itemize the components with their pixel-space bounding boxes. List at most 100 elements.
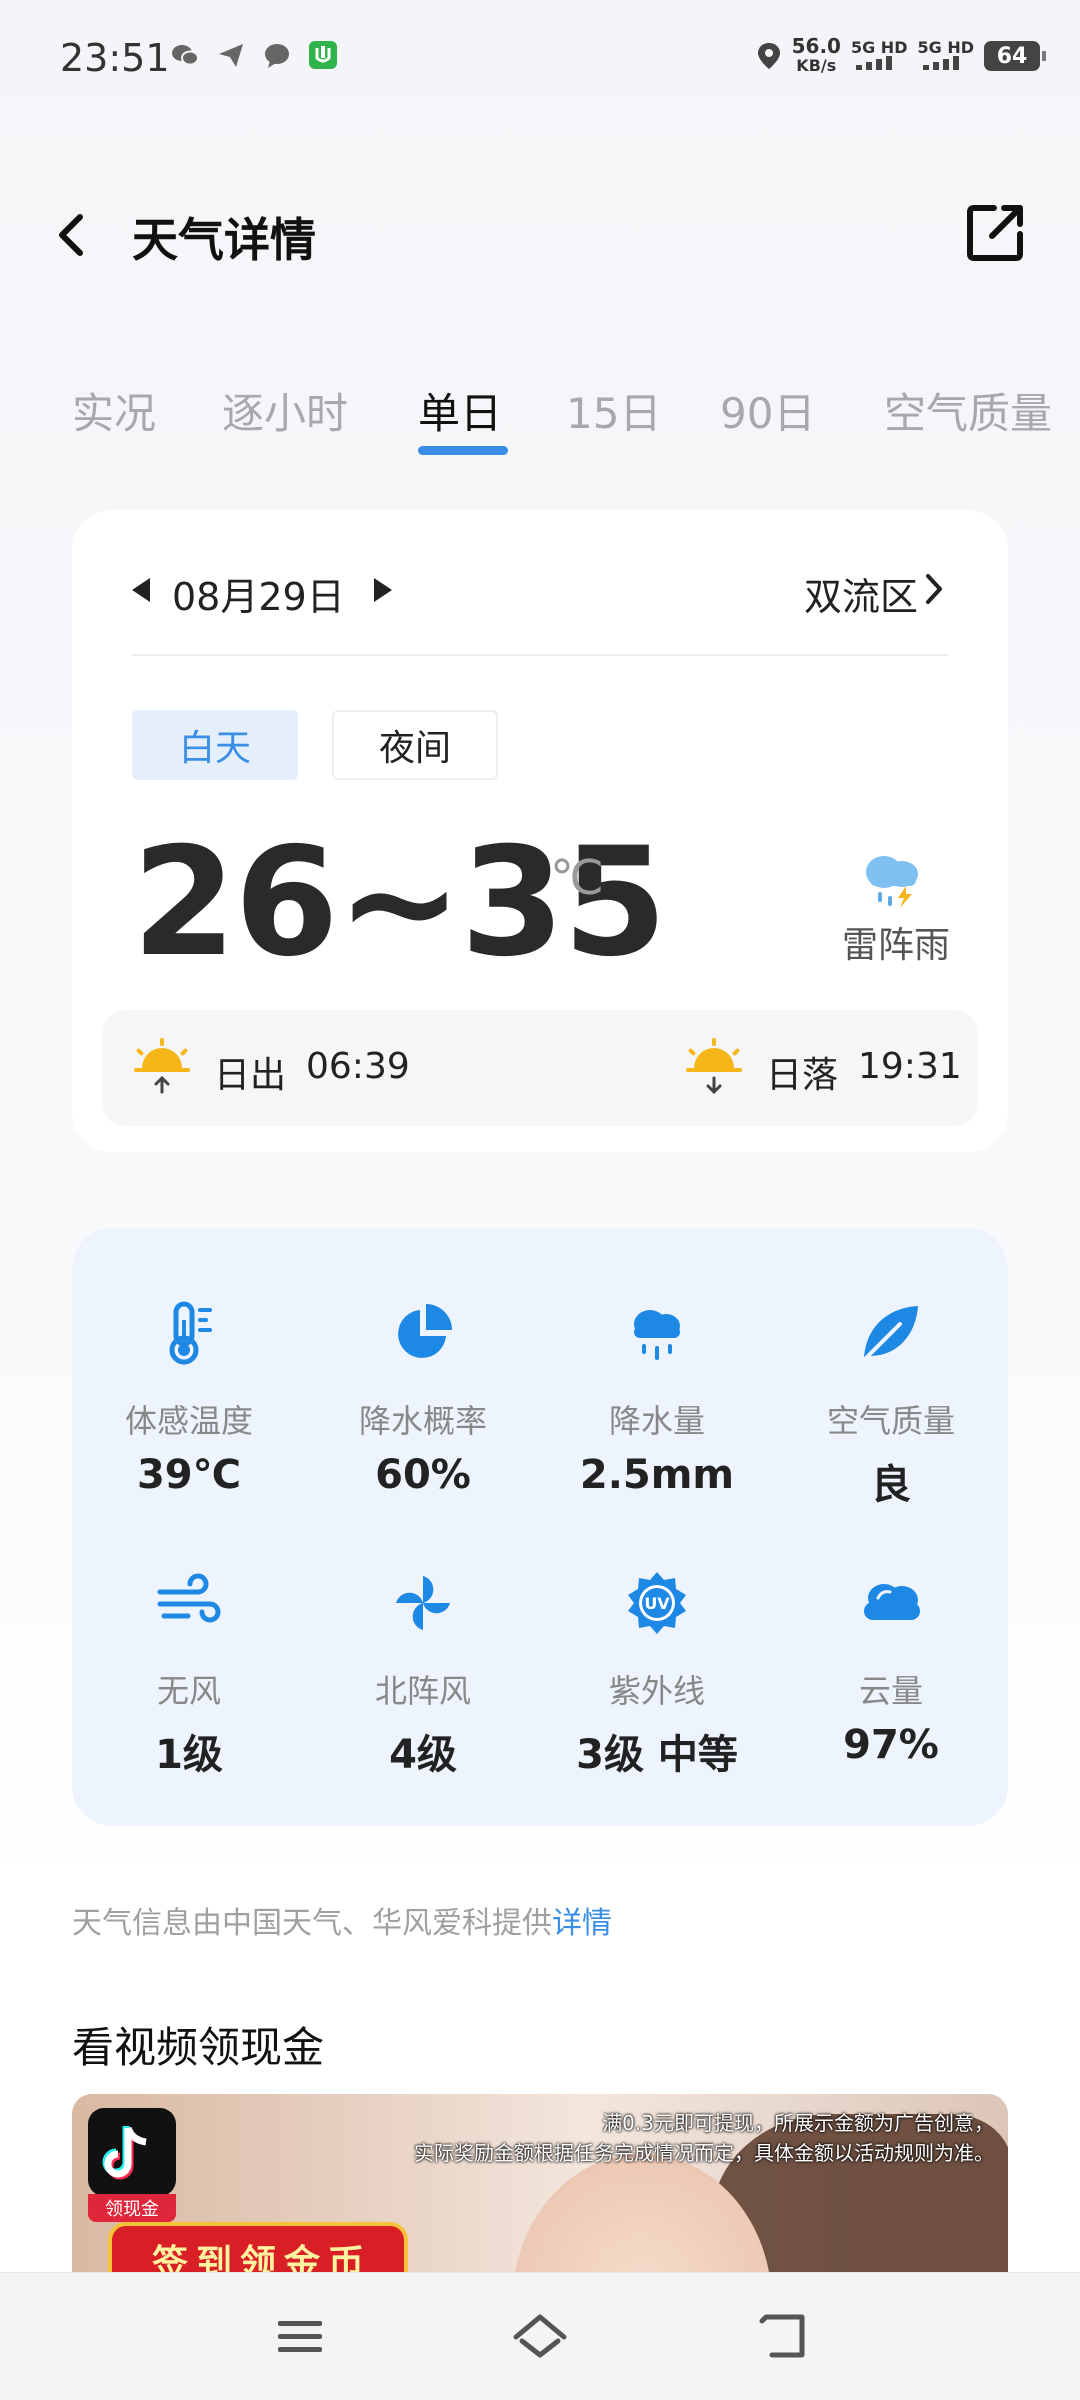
metric-label: 云量 (858, 1672, 923, 1710)
signal-2-label: 5G HD (917, 37, 974, 57)
day-card: 08月29日 双流区 白天 夜间 26~35 ℃ 雷阵雨 日出 06:39 日落… (72, 510, 1008, 1152)
location-icon (757, 43, 780, 69)
promo-video-banner[interactable]: 领现金 满0.3元即可提现，所展示金额为广告创意， 实际奖励金额根据任务完成情况… (72, 2094, 1008, 2294)
metric-label: 体感温度 (124, 1402, 253, 1440)
metric-label: 北阵风 (374, 1672, 471, 1710)
metric-value: 97% (843, 1722, 939, 1768)
sunset-icon (686, 1038, 742, 1095)
temperature-unit: ℃ (550, 850, 604, 906)
notification-icons (170, 40, 338, 70)
metric-label: 降水量 (608, 1402, 705, 1440)
weather-metrics-card: 体感温度 39℃ 降水概率 60% 降水量 2.5mm 空气质量 良 无风 1级… (72, 1228, 1008, 1826)
svg-text:UV: UV (644, 1594, 670, 1613)
tiktok-logo-icon (88, 2108, 176, 2196)
metric-precip-probability: 降水概率 60% (306, 1298, 540, 1498)
metric-label: 紫外线 (608, 1672, 705, 1710)
system-navigation-bar (0, 2272, 1080, 2400)
sunrise-label: 日出 (214, 1055, 287, 1096)
metric-uv: UV 紫外线 3级 中等 (540, 1568, 774, 1780)
metric-value: 60% (375, 1452, 471, 1498)
wind-icon (157, 1573, 221, 1623)
nighttime-toggle[interactable]: 夜间 (332, 710, 498, 780)
speed-unit: KB/s (796, 56, 837, 75)
sunrise-time: 06:39 (306, 1046, 410, 1087)
app-header: 天气详情 (0, 190, 1080, 280)
tab-single-day[interactable]: 单日 (418, 380, 502, 441)
metric-label: 无风 (156, 1672, 221, 1710)
back-nav-icon[interactable] (752, 2307, 812, 2367)
district-selector[interactable]: 双流区 (804, 566, 918, 621)
data-source-note: 天气信息由中国天气、华风爱科提供详情 (72, 1898, 612, 1942)
promo-title: 看视频领现金 (72, 2023, 325, 2072)
metric-feels-like: 体感温度 39℃ (72, 1298, 306, 1498)
status-bar: 23:51 56.0 KB/s 5G HD 5G HD 64 (0, 0, 1080, 120)
chevron-right-icon[interactable] (920, 572, 948, 606)
tab-live[interactable]: 实况 (72, 380, 156, 441)
tab-bar: 实况 逐小时 单日 15日 90日 空气质量 (0, 380, 1080, 460)
tab-air-quality[interactable]: 空气质量 (884, 380, 1052, 441)
metric-value: 良 (871, 1462, 911, 1508)
home-icon[interactable] (510, 2307, 570, 2367)
leaf-icon (864, 1306, 918, 1360)
app-badge-icon (309, 41, 337, 69)
app-badge: 领现金 (88, 2194, 176, 2222)
date-label: 08月29日 (172, 575, 345, 619)
signal-1: 5G HD (850, 37, 908, 73)
metric-label: 降水概率 (358, 1402, 487, 1440)
tab-hourly[interactable]: 逐小时 (222, 380, 348, 441)
rain-cloud-icon (634, 1310, 680, 1360)
share-external-icon[interactable] (964, 200, 1028, 264)
metric-air-quality: 空气质量 良 (774, 1298, 1008, 1510)
sunrise-icon (134, 1038, 190, 1094)
thunderstorm-icon (866, 856, 918, 908)
uv-icon: UV (628, 1572, 686, 1634)
status-time: 23:51 (60, 36, 170, 80)
thermometer-icon (169, 1301, 212, 1365)
metric-value: 1级 (155, 1732, 223, 1778)
cloud-icon (864, 1584, 920, 1620)
send-icon (219, 44, 243, 67)
music-note-icon (102, 2126, 147, 2180)
sunset-time: 19:31 (858, 1046, 962, 1087)
promo-disclaimer-line-1: 满0.3元即可提现，所展示金额为广告创意， (602, 2111, 994, 2135)
network-speed: 56.0 KB/s (792, 36, 841, 76)
promo-disclaimer: 满0.3元即可提现，所展示金额为广告创意， 实际奖励金额根据任务完成情况而定，具… (414, 2108, 994, 2168)
battery-indicator: 64 (984, 41, 1046, 71)
signal-bars-icon (922, 55, 959, 70)
metric-precipitation: 降水量 2.5mm (540, 1298, 774, 1498)
metric-wind: 无风 1级 (72, 1568, 306, 1780)
signal-bars-icon (856, 55, 893, 70)
date-row: 08月29日 双流区 (132, 560, 948, 620)
metric-cloud-cover: 云量 97% (774, 1568, 1008, 1768)
tab-indicator (418, 446, 508, 455)
wechat-icon (172, 45, 199, 66)
signal-2: 5G HD (917, 37, 974, 73)
pie-chart-icon (398, 1304, 452, 1358)
page-title: 天气详情 (132, 213, 316, 267)
metric-value: 3级 中等 (576, 1732, 738, 1778)
promo-disclaimer-line-2: 实际奖励金额根据任务完成情况而定，具体金额以活动规则为准。 (414, 2141, 994, 2165)
source-text: 天气信息由中国天气、华风爱科提供 (72, 1906, 552, 1941)
back-arrow-icon[interactable] (44, 205, 104, 265)
status-right: 56.0 KB/s 5G HD 5G HD 64 (756, 36, 1046, 76)
speed-value: 56.0 (791, 34, 841, 58)
daytime-toggle[interactable]: 白天 (132, 710, 298, 780)
menu-icon[interactable] (270, 2307, 330, 2367)
weather-condition: 雷阵雨 (841, 925, 950, 966)
metric-gust: 北阵风 4级 (306, 1568, 540, 1780)
sunset-label: 日落 (766, 1055, 839, 1096)
source-details-link[interactable]: 详情 (552, 1906, 612, 1941)
metric-value: 2.5mm (579, 1452, 735, 1498)
pinwheel-icon (396, 1576, 450, 1630)
divider (132, 654, 948, 656)
message-icon (265, 44, 289, 68)
metric-value: 39℃ (136, 1452, 242, 1498)
metric-value: 4级 (389, 1732, 457, 1778)
prev-day-arrow-icon[interactable] (132, 578, 150, 602)
next-day-arrow-icon[interactable] (374, 578, 392, 602)
sun-times-bar: 日出 06:39 日落 19:31 (102, 1010, 978, 1126)
metric-label: 空气质量 (826, 1402, 955, 1440)
tab-15-day[interactable]: 15日 (566, 380, 661, 441)
signal-1-label: 5G HD (850, 37, 908, 57)
tab-90-day[interactable]: 90日 (720, 380, 815, 441)
